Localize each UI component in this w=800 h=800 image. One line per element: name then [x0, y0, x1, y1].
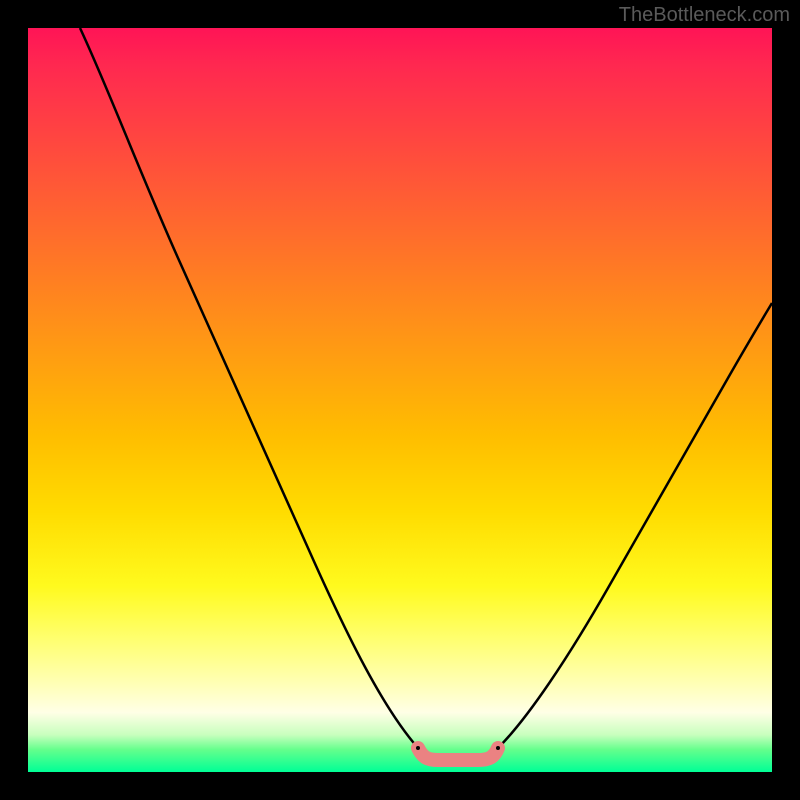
left-curve: [80, 28, 418, 748]
right-curve-end: [496, 746, 500, 750]
chart-curves: [28, 28, 772, 772]
left-curve-end: [416, 746, 420, 750]
right-curve: [498, 303, 772, 748]
chart-plot-area: [28, 28, 772, 772]
watermark-text: TheBottleneck.com: [619, 4, 790, 27]
salmon-marker: [418, 748, 498, 760]
